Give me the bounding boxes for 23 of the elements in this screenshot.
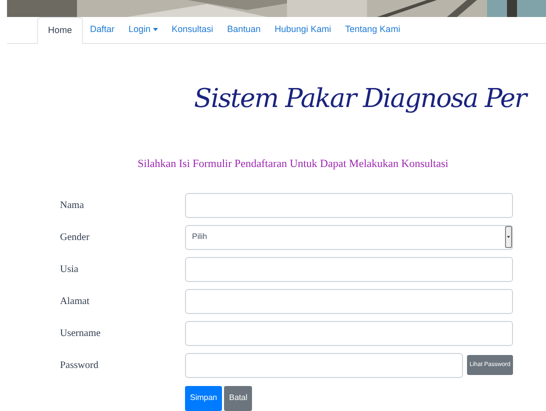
field-label: Nama — [60, 198, 85, 212]
input-field[interactable] — [185, 288, 513, 314]
field-label: Gender — [60, 230, 90, 244]
nav-tab[interactable]: Hubungi Kami — [268, 16, 338, 43]
field-label: Usia — [60, 262, 80, 276]
form-heading: Silahkan Isi Formulir Pendaftaran Untuk Dapat Melakukan Konsultasi — [138, 157, 448, 172]
gender-dropdown[interactable]: Pilih — [185, 224, 513, 250]
save-button[interactable]: Simpan — [185, 386, 222, 410]
input-field[interactable] — [185, 320, 513, 346]
nav-tab[interactable]: Tentang Kami — [338, 16, 408, 43]
nav-tab[interactable]: Konsultasi — [164, 16, 220, 43]
cancel-button[interactable]: Batal — [224, 386, 252, 410]
nav-tab[interactable]: Login — [122, 16, 165, 43]
password-field[interactable] — [185, 352, 463, 378]
nav-tab[interactable]: Bantuan — [220, 16, 268, 43]
input-field[interactable] — [185, 192, 513, 218]
field-label: Alamat — [60, 294, 90, 308]
nav-tab[interactable]: Daftar — [83, 16, 122, 43]
nav-tab[interactable]: Home — [37, 17, 84, 44]
field-label: Username — [60, 326, 102, 340]
page-title: Sistem Pakar Diagnosa Per — [194, 83, 526, 116]
input-field[interactable] — [185, 256, 513, 282]
field-label: Password — [60, 358, 100, 372]
